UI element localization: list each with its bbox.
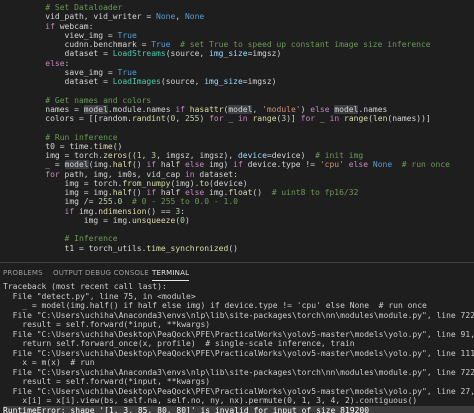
tab-output[interactable]: OUTPUT xyxy=(53,268,83,280)
terminal-line: File "C:\Users\uchiha\Anaconda3\envs\nlp… xyxy=(12,310,474,320)
terminal-line: File "C:\Users\uchiha\Desktop\PeaQock\PF… xyxy=(12,329,474,339)
terminal-line: File "C:\Users\uchiha\Anaconda3\envs\nlp… xyxy=(12,367,474,377)
tab-problems[interactable]: PROBLEMS xyxy=(3,268,43,280)
terminal-line: File "detect.py", line 75, in <module> xyxy=(3,291,196,301)
code-token: t1 = torch_utils. xyxy=(26,243,147,253)
tab-terminal[interactable]: TERMINAL xyxy=(152,268,190,281)
terminal-line: x[i] = x[i].view(bs, self.na, self.no, n… xyxy=(3,396,418,405)
terminal-line: File "C:\Users\uchiha\Desktop\PeaQock\PF… xyxy=(12,348,474,358)
code-editor[interactable]: # Set Dataloader vid_path, vid_writer = … xyxy=(0,0,474,262)
terminal-line: result = self.forward(*input, **kwargs) xyxy=(3,377,211,386)
terminal-line: x = m(x) # run xyxy=(3,358,95,367)
tab-debug-console[interactable]: DEBUG CONSOLE xyxy=(85,268,149,280)
terminal-error-line: RuntimeError: shape '[1, 3, 85, 80, 80]'… xyxy=(3,405,474,413)
terminal-line: result = self.forward(*input, **kwargs) xyxy=(3,320,211,329)
terminal-line: return self.forward_once(x, profile) # s… xyxy=(3,339,355,348)
terminal-line: File "C:\Users\uchiha\Desktop\PeaQock\PF… xyxy=(12,386,474,396)
code-token: () xyxy=(228,243,238,253)
terminal-line: _ = model(img.half() if half else img) i… xyxy=(3,301,427,310)
terminal-panel[interactable]: Traceback (most recent call last): File … xyxy=(0,281,474,413)
panel-tab-bar: PROBLEMS OUTPUT DEBUG CONSOLE TERMINAL xyxy=(0,262,474,281)
code-token: time_synchronized xyxy=(146,243,229,253)
terminal-line: Traceback (most recent call last): xyxy=(3,282,167,291)
code-line[interactable]: t1 = torch_utils.time_synchronized() xyxy=(26,243,474,255)
